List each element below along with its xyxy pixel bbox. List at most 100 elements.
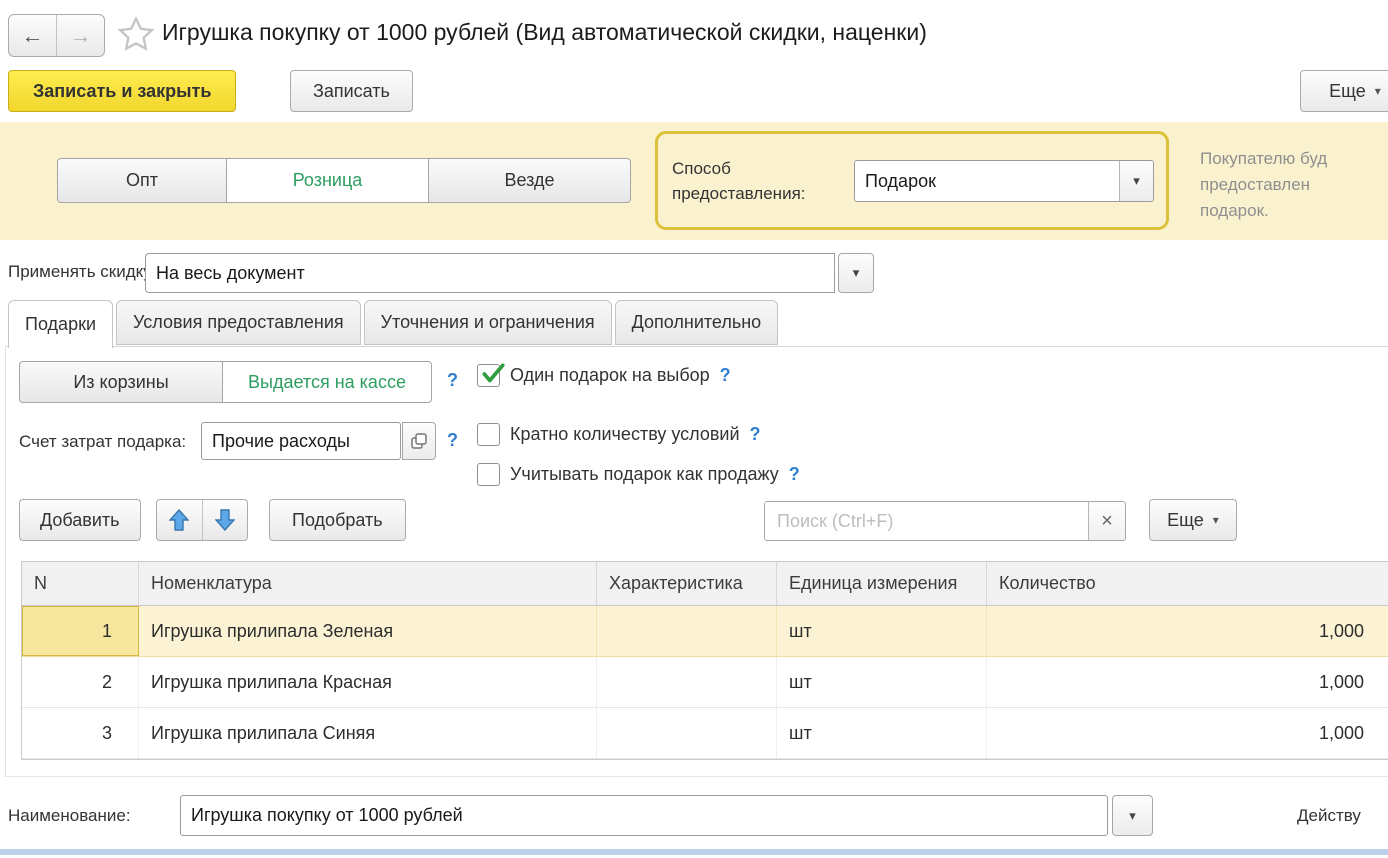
cell-characteristic[interactable]	[597, 606, 777, 656]
cell-unit[interactable]: шт	[777, 657, 987, 707]
segment-vydaetsya-na-kasse[interactable]: Выдается на кассе	[222, 361, 432, 403]
hint-line: подарок.	[1200, 198, 1388, 224]
close-icon: ×	[1101, 510, 1113, 533]
cell-nomenclature[interactable]: Игрушка прилипала Зеленая	[139, 606, 597, 656]
multiple-conditions-help-icon[interactable]: ?	[750, 424, 761, 445]
column-header-characteristic[interactable]: Характеристика	[597, 562, 777, 606]
table-row[interactable]: 2 Игрушка прилипала Красная шт 1,000	[22, 657, 1388, 708]
chevron-down-icon: ▾	[1133, 173, 1140, 189]
one-gift-help-icon[interactable]: ?	[720, 365, 731, 386]
cell-characteristic[interactable]	[597, 657, 777, 707]
count-as-sale-checkbox[interactable]	[477, 463, 500, 486]
cost-account-input[interactable]	[202, 423, 401, 459]
tab-utochneniya-i-ogranicheniya[interactable]: Уточнения и ограничения	[364, 300, 612, 345]
move-down-button[interactable]	[203, 500, 248, 540]
form-window: ← → Игрушка покупку от 1000 рублей (Вид …	[0, 0, 1388, 858]
segment-vezde[interactable]: Везде	[428, 158, 631, 203]
tab-strip: Подарки Условия предоставления Уточнения…	[8, 300, 778, 348]
name-label: Наименование:	[8, 806, 131, 826]
provision-method-dropdown-button[interactable]: ▾	[1119, 161, 1153, 201]
gifts-table-header: N Номенклатура Характеристика Единица из…	[22, 562, 1388, 606]
back-arrow-icon: ←	[22, 23, 44, 49]
pick-items-button[interactable]: Подобрать	[269, 499, 406, 541]
tab-dopolnitelno[interactable]: Дополнительно	[615, 300, 779, 345]
cell-quantity[interactable]: 1,000	[987, 606, 1388, 656]
cell-nomenclature[interactable]: Игрушка прилипала Красная	[139, 657, 597, 707]
page-title: Игрушка покупку от 1000 рублей (Вид авто…	[162, 19, 927, 46]
save-button[interactable]: Записать	[290, 70, 413, 112]
cell-unit[interactable]: шт	[777, 606, 987, 656]
apply-discount-label: Применять скидку:	[8, 262, 156, 282]
count-as-sale-help-icon[interactable]: ?	[789, 464, 800, 485]
move-row-group	[156, 499, 248, 541]
move-up-button[interactable]	[157, 500, 203, 540]
table-row[interactable]: 1 Игрушка прилипала Зеленая шт 1,000	[22, 606, 1388, 657]
name-dropdown-button[interactable]: ▾	[1112, 795, 1153, 836]
provision-method-label: Способ предоставления:	[672, 156, 854, 206]
apply-discount-input[interactable]	[146, 254, 834, 292]
cell-n[interactable]: 1	[22, 606, 139, 656]
cost-account-help-icon[interactable]: ?	[447, 430, 458, 451]
add-row-button[interactable]: Добавить	[19, 499, 141, 541]
provision-method-combo: ▾	[854, 160, 1154, 202]
favorite-star-button[interactable]	[116, 14, 156, 59]
checkmark-icon	[480, 361, 506, 387]
cost-account-open-button[interactable]	[402, 422, 436, 460]
tab-usloviya-predostavleniya[interactable]: Условия предоставления	[116, 300, 361, 345]
apply-discount-dropdown-button[interactable]: ▾	[838, 253, 874, 293]
provision-hint-text: Покупателю буд предоставлен подарок.	[1200, 146, 1388, 224]
gift-source-help-icon[interactable]: ?	[447, 370, 458, 391]
checkbox-row-one-gift: Один подарок на выбор ?	[477, 364, 731, 387]
cell-n[interactable]: 2	[22, 657, 139, 707]
tab-podarki[interactable]: Подарки	[8, 300, 113, 348]
chevron-down-icon: ▾	[1213, 513, 1219, 527]
more-label: Еще	[1329, 81, 1366, 102]
segment-roznitsa[interactable]: Розница	[226, 158, 429, 203]
count-as-sale-label: Учитывать подарок как продажу	[510, 464, 779, 485]
table-more-button[interactable]: Еще ▾	[1149, 499, 1237, 541]
gifts-table-body: 1 Игрушка прилипала Зеленая шт 1,000 2 И…	[22, 606, 1388, 759]
gifts-table: N Номенклатура Характеристика Единица из…	[21, 561, 1388, 760]
segment-opt[interactable]: Опт	[57, 158, 227, 203]
name-combo	[180, 795, 1108, 836]
multiple-conditions-checkbox[interactable]	[477, 423, 500, 446]
one-gift-label: Один подарок на выбор	[510, 365, 710, 386]
more-label: Еще	[1167, 510, 1204, 531]
hint-line: предоставлен	[1200, 172, 1388, 198]
search-clear-button[interactable]: ×	[1088, 502, 1125, 540]
cell-characteristic[interactable]	[597, 708, 777, 758]
forward-button[interactable]: →	[57, 15, 104, 56]
one-gift-checkbox[interactable]	[477, 364, 500, 387]
back-button[interactable]: ←	[9, 15, 57, 56]
cell-nomenclature[interactable]: Игрушка прилипала Синяя	[139, 708, 597, 758]
segment-iz-korziny[interactable]: Из корзины	[19, 361, 223, 403]
scope-panel: Опт Розница Везде Способ предоставления:…	[0, 122, 1388, 240]
form-more-button[interactable]: Еще ▾	[1300, 70, 1388, 112]
provision-method-input[interactable]	[855, 161, 1119, 201]
open-icon	[410, 432, 428, 450]
bottom-divider	[0, 849, 1388, 855]
cell-quantity[interactable]: 1,000	[987, 708, 1388, 758]
provision-method-group: Способ предоставления: ▾	[655, 131, 1169, 230]
save-and-close-button[interactable]: Записать и закрыть	[8, 70, 236, 112]
table-row[interactable]: 3 Игрушка прилипала Синяя шт 1,000	[22, 708, 1388, 759]
checkbox-row-multiple: Кратно количеству условий ?	[477, 423, 761, 446]
cell-quantity[interactable]: 1,000	[987, 657, 1388, 707]
column-header-nomenclature[interactable]: Номенклатура	[139, 562, 597, 606]
search-input[interactable]	[765, 502, 1088, 540]
name-input[interactable]	[181, 796, 1107, 835]
chevron-down-icon: ▾	[1129, 808, 1136, 824]
forward-arrow-icon: →	[70, 23, 92, 49]
cell-unit[interactable]: шт	[777, 708, 987, 758]
hint-line: Покупателю буд	[1200, 146, 1388, 172]
column-header-n[interactable]: N	[22, 562, 139, 606]
cost-account-label: Счет затрат подарка:	[19, 432, 186, 452]
multiple-conditions-label: Кратно количеству условий	[510, 424, 740, 445]
column-header-unit[interactable]: Единица измерения	[777, 562, 987, 606]
footer-right-text: Действу	[1297, 806, 1361, 826]
search-box: ×	[764, 501, 1126, 541]
column-header-quantity[interactable]: Количество	[987, 562, 1388, 606]
apply-discount-combo	[145, 253, 835, 293]
star-icon	[116, 14, 156, 54]
cell-n[interactable]: 3	[22, 708, 139, 758]
